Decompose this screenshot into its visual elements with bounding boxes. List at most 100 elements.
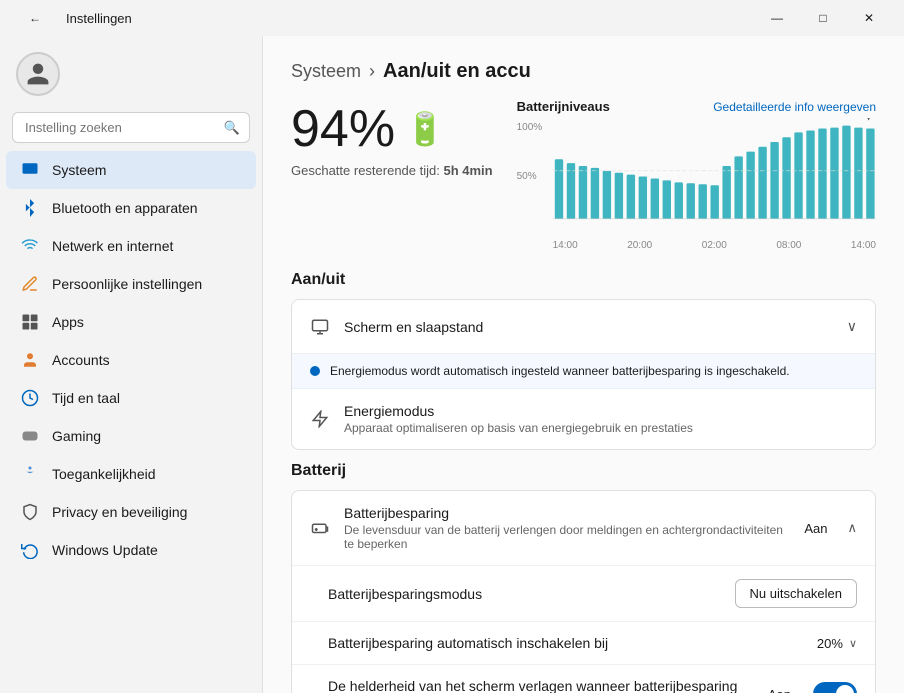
sidebar-item-accounts[interactable]: Accounts xyxy=(6,341,256,379)
y-label-50: 50% xyxy=(517,171,543,182)
sidebar-item-windows-update[interactable]: Windows Update xyxy=(6,531,256,569)
info-text: Energiemodus wordt automatisch ingesteld… xyxy=(330,364,790,378)
energiemodus-row[interactable]: Energiemodus Apparaat optimaliseren op b… xyxy=(292,389,875,449)
energiemodus-icon xyxy=(310,409,330,429)
chart-wrap: 100% 50% ▼ xyxy=(517,118,876,238)
info-dot xyxy=(310,366,320,376)
battery-time: Geschatte resterende tijd: 5h 4min xyxy=(291,163,493,178)
scherm-label: Scherm en slaapstand xyxy=(344,319,833,335)
window-controls: — □ ✕ xyxy=(754,0,892,36)
batterijbesparing-desc: De levensduur van de batterij verlengen … xyxy=(344,523,790,551)
profile-section xyxy=(0,36,262,108)
helderheid-text: De helderheid van het scherm verlagen wa… xyxy=(328,678,754,693)
chart-header: Batterijniveaus Gedetailleerde info weer… xyxy=(517,99,876,114)
scherm-row[interactable]: Scherm en slaapstand ∨ xyxy=(292,300,875,354)
close-button[interactable]: ✕ xyxy=(846,0,892,36)
sidebar: 🔍 Systeem Bluetooth en apparaten Netwer xyxy=(0,36,262,693)
aanuit-card: Scherm en slaapstand ∨ Energiemodus word… xyxy=(291,299,876,450)
batterijbesparing-text: Batterijbesparing De levensduur van de b… xyxy=(344,505,790,551)
batterij-section: Batterij Batterijbesparing De levensduur… xyxy=(291,462,876,693)
breadcrumb-current: Aan/uit en accu xyxy=(383,60,531,83)
battery-chart-svg: ▼ xyxy=(553,118,876,238)
nu-uitschakelen-button[interactable]: Nu uitschakelen xyxy=(735,579,858,608)
avatar[interactable] xyxy=(16,52,60,96)
batterij-section-title: Batterij xyxy=(291,462,876,480)
battery-card: Batterijbesparing De levensduur van de b… xyxy=(291,490,876,693)
minimize-button[interactable]: — xyxy=(754,0,800,36)
batterijbesparingsmodus-label: Batterijbesparingsmodus xyxy=(328,586,721,602)
title-bar: ← Instellingen — □ ✕ xyxy=(0,0,904,36)
x-label-2: 02:00 xyxy=(702,240,727,251)
sidebar-item-systeem[interactable]: Systeem xyxy=(6,151,256,189)
autoinschakelen-row: Batterijbesparing automatisch inschakele… xyxy=(292,622,875,665)
apps-icon xyxy=(20,312,40,332)
info-row: Energiemodus wordt automatisch ingesteld… xyxy=(292,354,875,389)
sidebar-label-accounts: Accounts xyxy=(52,352,110,368)
top-section: 94% 🔋 Geschatte resterende tijd: 5h 4min… xyxy=(291,99,876,251)
privacy-icon xyxy=(20,502,40,522)
search-icon: 🔍 xyxy=(224,120,240,136)
breadcrumb-parent: Systeem xyxy=(291,61,361,82)
energiemodus-text: Energiemodus Apparaat optimaliseren op b… xyxy=(344,403,857,435)
x-label-1: 20:00 xyxy=(627,240,652,251)
sidebar-label-persoonlijk: Persoonlijke instellingen xyxy=(52,276,202,292)
battery-estimated-label: Geschatte resterende tijd: xyxy=(291,163,440,178)
aanuit-section-title: Aan/uit xyxy=(291,271,876,289)
windows-update-icon xyxy=(20,540,40,560)
accounts-icon xyxy=(20,350,40,370)
sidebar-label-netwerk: Netwerk en internet xyxy=(52,238,173,254)
scherm-text: Scherm en slaapstand xyxy=(344,319,833,335)
search-box: 🔍 xyxy=(12,112,250,143)
content-area: Systeem › Aan/uit en accu 94% 🔋 Geschatt… xyxy=(262,36,904,693)
maximize-button[interactable]: □ xyxy=(800,0,846,36)
sidebar-item-gaming[interactable]: Gaming xyxy=(6,417,256,455)
battery-icon: 🔋 xyxy=(405,110,445,148)
batterijbesparingsmodus-row: Batterijbesparingsmodus Nu uitschakelen xyxy=(292,566,875,622)
sidebar-item-persoonlijk[interactable]: Persoonlijke instellingen xyxy=(6,265,256,303)
helderheid-toggle[interactable] xyxy=(813,682,857,693)
chart-detail-link[interactable]: Gedetailleerde info weergeven xyxy=(713,100,876,114)
sidebar-nav: Systeem Bluetooth en apparaten Netwerk e… xyxy=(0,151,262,569)
netwerk-icon xyxy=(20,236,40,256)
search-input[interactable] xyxy=(12,112,250,143)
energiemodus-desc: Apparaat optimaliseren op basis van ener… xyxy=(344,421,857,435)
batterijbesparing-status: Aan xyxy=(804,521,827,536)
battery-percent-display: 94% 🔋 xyxy=(291,99,493,159)
batterijbesparing-icon xyxy=(310,518,330,538)
scherm-icon xyxy=(310,317,330,337)
autoinschakelen-text: Batterijbesparing automatisch inschakele… xyxy=(328,635,803,651)
sidebar-item-tijd[interactable]: Tijd en taal xyxy=(6,379,256,417)
helderheid-toggle-thumb xyxy=(836,685,854,693)
autoinschakelen-label: Batterijbesparing automatisch inschakele… xyxy=(328,635,803,651)
back-button[interactable]: ← xyxy=(12,0,58,36)
sidebar-item-apps[interactable]: Apps xyxy=(6,303,256,341)
systeem-icon xyxy=(20,160,40,180)
svg-text:▼: ▼ xyxy=(863,118,874,124)
x-label-0: 14:00 xyxy=(553,240,578,251)
batterijbesparing-label: Batterijbesparing xyxy=(344,505,790,521)
sidebar-item-toegankelijkheid[interactable]: Toegankelijkheid xyxy=(6,455,256,493)
breadcrumb: Systeem › Aan/uit en accu xyxy=(291,60,876,83)
sidebar-label-systeem: Systeem xyxy=(52,162,106,178)
battery-percent-value: 94% xyxy=(291,99,395,159)
sidebar-label-apps: Apps xyxy=(52,314,84,330)
autoinschakelen-val: 20% xyxy=(817,636,843,651)
sidebar-item-netwerk[interactable]: Netwerk en internet xyxy=(6,227,256,265)
batterijbesparing-row[interactable]: Batterijbesparing De levensduur van de b… xyxy=(292,491,875,566)
sidebar-label-bluetooth: Bluetooth en apparaten xyxy=(52,200,198,216)
autoinschakelen-dropdown[interactable]: 20% ∨ xyxy=(817,636,857,651)
bluetooth-icon xyxy=(20,198,40,218)
battery-sub-rows: Batterijbesparingsmodus Nu uitschakelen … xyxy=(292,566,875,693)
chart-y-labels: 100% 50% xyxy=(517,122,543,220)
tijd-icon xyxy=(20,388,40,408)
toegankelijkheid-icon xyxy=(20,464,40,484)
sidebar-label-windows-update: Windows Update xyxy=(52,542,158,558)
sidebar-item-privacy[interactable]: Privacy en beveiliging xyxy=(6,493,256,531)
breadcrumb-sep: › xyxy=(369,61,375,82)
energiemodus-label: Energiemodus xyxy=(344,403,857,419)
sidebar-item-bluetooth[interactable]: Bluetooth en apparaten xyxy=(6,189,256,227)
window-title: Instellingen xyxy=(66,11,132,26)
helderheid-status: Aan xyxy=(768,687,791,693)
x-label-4: 14:00 xyxy=(851,240,876,251)
scherm-chevron: ∨ xyxy=(847,318,857,335)
